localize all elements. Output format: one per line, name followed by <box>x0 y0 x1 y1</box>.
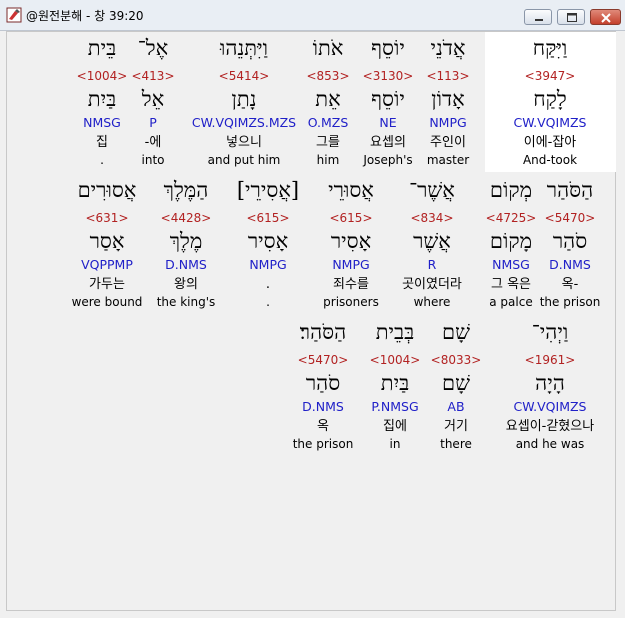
hebrew-word: בֵּית <box>87 36 117 60</box>
minimize-button[interactable] <box>524 9 552 25</box>
parsing-code: VQPPMP <box>81 257 133 272</box>
analysis-panel: וַיִּקַּח <3947> לָקַח CW.VQIMZS 이에-잡아 And-to… <box>6 31 616 611</box>
lexical-form: בַּיִת <box>87 87 117 111</box>
strong-number: <631> <box>85 211 129 225</box>
lexical-form: סֹהַר <box>305 371 341 395</box>
title-bar: @원전분해 - 창 39:20 <box>0 0 625 31</box>
hebrew-word: הַסֹּהַר׃ <box>299 320 347 344</box>
close-button[interactable] <box>590 9 621 25</box>
parsing-code: NMSG <box>83 115 121 130</box>
hebrew-word: אֲסוּרִים <box>77 178 137 202</box>
strong-number: <5470> <box>297 353 349 367</box>
korean-gloss: 집 <box>96 135 108 150</box>
english-gloss: . <box>100 153 104 167</box>
maximize-button[interactable] <box>557 9 585 25</box>
lexical-form: אָסַר <box>89 229 125 253</box>
window-title: @원전분해 - 창 39:20 <box>26 9 144 23</box>
korean-gloss: 옥 <box>317 419 329 434</box>
app-icon[interactable] <box>6 7 22 23</box>
english-gloss: the prison <box>292 437 354 451</box>
app-window: @원전분해 - 창 39:20 וַיִּקַּח <3947> לָקַח CW.V… <box>0 0 625 618</box>
parsing-code: D.NMS <box>302 399 344 414</box>
english-gloss: were bound <box>71 295 143 309</box>
korean-gloss: 가두는 <box>89 277 125 292</box>
strong-number: <1004> <box>76 69 128 83</box>
